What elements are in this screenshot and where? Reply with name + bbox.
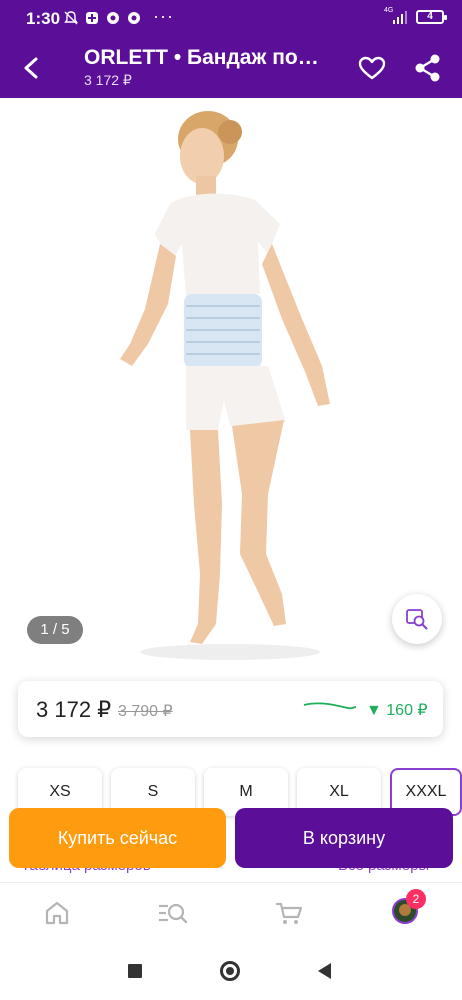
status-time: 1:30 [26,9,61,28]
app-notification-icon [85,11,99,25]
old-price: 3 790 ₽ [118,703,173,720]
network-type-label: 4G [384,7,394,14]
price-history-sparkline [303,702,357,710]
back-arrow-icon[interactable] [14,50,50,86]
image-counter: 1 / 5 [27,616,83,644]
share-icon[interactable] [410,50,446,86]
back-icon[interactable] [318,963,331,979]
system-navigation-bar [0,944,462,1000]
product-header: ORLETT • Бандаж по… 3 172 ₽ [0,38,462,98]
signal-icon: 4G [384,7,408,24]
app-root: 1:30 ··· 4G 4 ORLETT • Бандаж по… 3 172 … [0,0,462,1000]
image-search-icon [406,609,428,630]
product-photo [120,111,330,660]
price-drop: ▼ 160 ₽ [366,702,428,719]
chrome-icon [127,11,141,25]
price-card[interactable]: 3 172 ₽ 3 790 ₽ ▼ 160 ₽ [18,681,443,737]
status-icons [64,11,141,25]
buy-now-button[interactable]: Купить сейчас [9,808,226,868]
more-notifications-indicator: ··· [153,6,174,26]
header-price: 3 172 ₽ [84,72,132,88]
chrome-icon [106,11,120,25]
status-right: 4G 4 [384,7,447,24]
current-price: 3 172 ₽ [36,697,112,722]
add-to-cart-button[interactable]: В корзину [235,808,453,868]
battery-icon: 4 [416,10,447,24]
notifications-off-icon [64,11,78,25]
home-icon[interactable] [40,896,74,930]
product-title: ORLETT • Бандаж по… [84,46,319,69]
bottom-navigation: 2 [0,882,462,944]
visual-search-button[interactable] [392,594,442,644]
notification-badge: 2 [406,889,426,909]
cart-icon[interactable] [272,896,306,930]
recents-icon[interactable] [128,964,142,978]
product-image-gallery[interactable]: 1 / 5 [0,98,462,670]
status-bar: 1:30 ··· 4G 4 [0,0,462,38]
catalog-search-icon[interactable] [156,896,190,930]
home-button-icon[interactable] [220,961,240,981]
favorite-heart-icon[interactable] [354,50,390,86]
